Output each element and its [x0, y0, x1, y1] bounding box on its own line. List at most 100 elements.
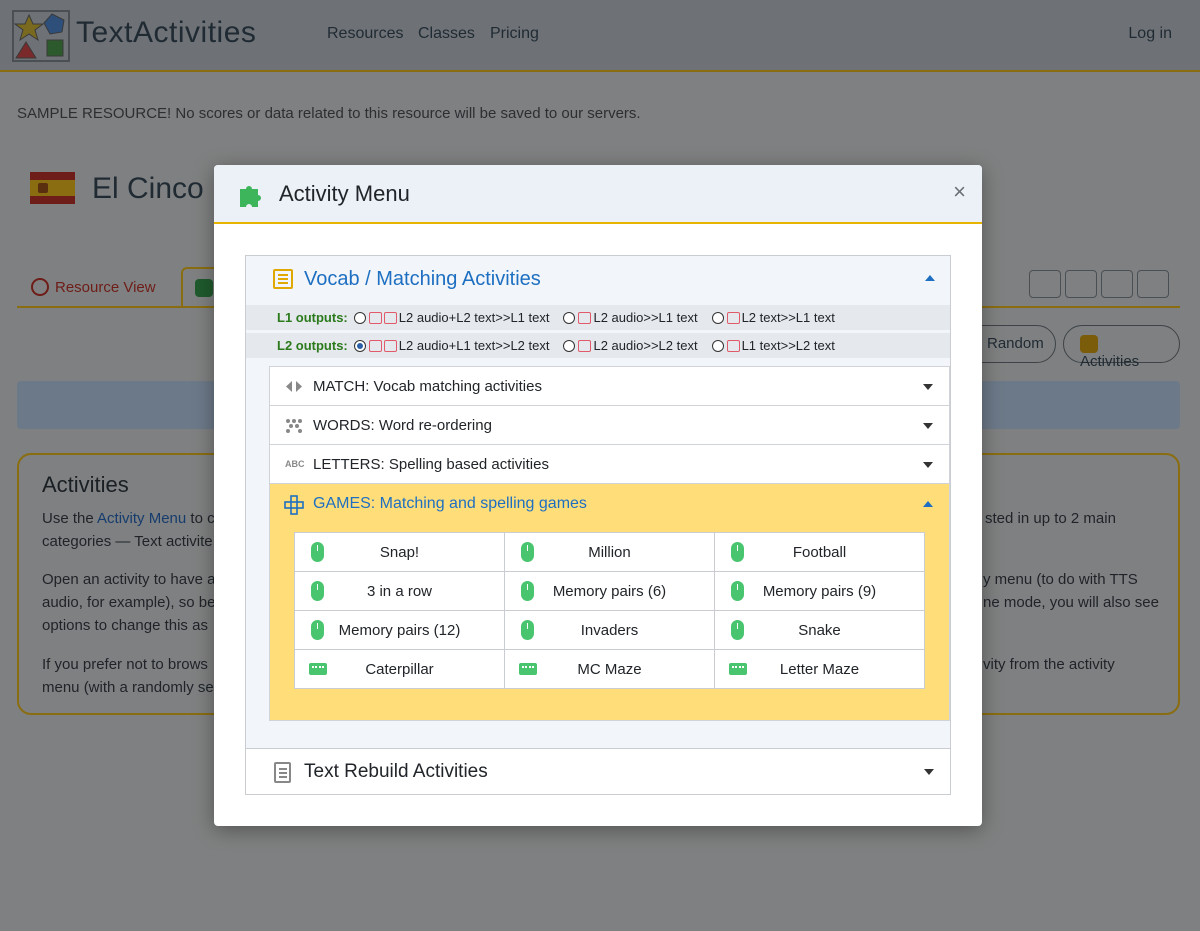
l2-option-1-label: L2 audio+L1 text>>L2 text [398, 338, 550, 353]
mouse-icon [731, 542, 744, 562]
game-million[interactable]: Million [504, 532, 715, 572]
document-icon [274, 762, 291, 783]
dots-shuffle-icon [286, 419, 302, 433]
chevron-up-icon [925, 275, 935, 281]
text-rebuild-section-header[interactable]: Text Rebuild Activities [246, 748, 950, 794]
game-memory-pairs-12[interactable]: Memory pairs (12) [294, 610, 505, 650]
game-mc-maze[interactable]: MC Maze [504, 649, 715, 689]
l1-option-2-label: L2 audio>>L1 text [593, 310, 698, 325]
radio-button[interactable] [563, 311, 576, 324]
game-football[interactable]: Football [714, 532, 925, 572]
game-label: MC Maze [577, 660, 642, 678]
audio-icon [578, 339, 592, 352]
l2-option-2[interactable]: L2 audio>>L2 text [563, 338, 698, 353]
mouse-icon [311, 542, 324, 562]
para1-left-line2: categories — Text activite [42, 533, 213, 550]
words-row[interactable]: WORDS: Word re-ordering [270, 406, 949, 445]
share-icon[interactable] [1137, 270, 1169, 298]
l1-option-3[interactable]: L2 text>>L1 text [711, 310, 835, 325]
game-label: Letter Maze [779, 660, 860, 678]
text-icon [726, 311, 740, 324]
radio-button[interactable] [711, 311, 724, 324]
para3-left-line1: If you prefer not to brows [42, 656, 208, 673]
arrows-left-right-icon [286, 381, 302, 392]
para2-right: y menu (to do with TTS ne mode, you will… [983, 568, 1159, 614]
close-button[interactable]: × [953, 179, 966, 205]
mouse-icon [521, 581, 534, 601]
match-row[interactable]: MATCH: Vocab matching activities [270, 367, 949, 406]
words-label: WORDS: Word re-ordering [313, 417, 492, 434]
games-section: GAMES: Matching and spelling games Snap!… [270, 484, 949, 720]
tab-resource-view-label: Resource View [55, 279, 156, 296]
game-label: Football [792, 543, 847, 561]
para2-right-line1: y menu (to do with TTS [983, 571, 1138, 588]
para3-left-line2: menu (with a randomly se [42, 679, 214, 696]
nav-pricing[interactable]: Pricing [490, 25, 539, 43]
top-navbar: TextActivities Resources Classes Pricing… [0, 0, 1200, 72]
game-letter-maze[interactable]: Letter Maze [714, 649, 925, 689]
game-3-in-a-row[interactable]: 3 in a row [294, 571, 505, 611]
para2-left: Open an activity to have a audio, for ex… [42, 568, 215, 637]
keyboard-icon [729, 663, 747, 675]
brand-name[interactable]: TextActivities [76, 16, 256, 50]
speed-icon[interactable] [1029, 270, 1061, 298]
radio-button[interactable] [563, 339, 576, 352]
game-caterpillar[interactable]: Caterpillar [294, 649, 505, 689]
activity-menu-link[interactable]: Activity Menu [97, 510, 186, 527]
modal-header: Activity Menu × [214, 165, 982, 224]
l1-option-2[interactable]: L2 audio>>L1 text [563, 310, 698, 325]
para2-right-line2: ne mode, you will also see [983, 594, 1159, 611]
para3-left: If you prefer not to brows menu (with a … [42, 653, 214, 699]
l1-option-1[interactable]: L2 audio+L2 text>>L1 text [353, 310, 550, 325]
activities-button[interactable]: Activities [1063, 325, 1180, 370]
modal-title: Activity Menu [279, 181, 410, 206]
game-label: Caterpillar [365, 660, 434, 678]
game-memory-pairs-6[interactable]: Memory pairs (6) [504, 571, 715, 611]
text-rebuild-label: Text Rebuild Activities [304, 761, 488, 782]
para2-left-line2: audio, for example), so be [42, 594, 216, 611]
mouse-icon [311, 620, 324, 640]
puzzle-icon [195, 279, 213, 297]
letters-label: LETTERS: Spelling based activities [313, 456, 549, 473]
game-invaders[interactable]: Invaders [504, 610, 715, 650]
radio-button[interactable] [711, 339, 724, 352]
l2-option-3[interactable]: L1 text>>L2 text [711, 338, 835, 353]
l1-outputs-label: L1 outputs: [277, 310, 348, 325]
para1-left: Use the Activity Menu to c categories — … [42, 507, 215, 553]
music-icon[interactable] [1065, 270, 1097, 298]
l1-outputs-row: L1 outputs: L2 audio+L2 text>>L1 text L2… [246, 305, 950, 330]
games-label[interactable]: GAMES: Matching and spelling games [313, 495, 587, 513]
game-label: 3 in a row [366, 582, 433, 600]
nav-resources[interactable]: Resources [327, 25, 403, 43]
l2-option-1[interactable]: L2 audio+L1 text>>L2 text [353, 338, 550, 353]
mouse-icon [521, 620, 534, 640]
radio-button-selected[interactable] [353, 339, 366, 352]
keyboard-icon [309, 663, 327, 675]
game-memory-pairs-9[interactable]: Memory pairs (9) [714, 571, 925, 611]
tab-resource-view[interactable]: Resource View [17, 270, 170, 308]
game-label: Snake [798, 621, 841, 639]
keyboard-icon [519, 663, 537, 675]
text-icon [383, 311, 397, 324]
radio-button[interactable] [353, 311, 366, 324]
game-label: Invaders [580, 621, 639, 639]
toolbar-icons [1029, 270, 1169, 298]
chevron-down-icon [923, 384, 933, 390]
print-icon[interactable] [1101, 270, 1133, 298]
nav-classes[interactable]: Classes [418, 25, 475, 43]
activity-categories: MATCH: Vocab matching activities WORDS: … [269, 366, 950, 721]
game-snake[interactable]: Snake [714, 610, 925, 650]
game-label: Memory pairs (9) [762, 582, 877, 600]
abc-icon: ABC [285, 459, 305, 469]
mouse-icon [731, 581, 744, 601]
puzzle-icon [1080, 335, 1098, 353]
login-link[interactable]: Log in [1128, 25, 1172, 43]
activities-heading: Activities [42, 472, 129, 497]
game-snap[interactable]: Snap! [294, 532, 505, 572]
game-label: Memory pairs (12) [338, 621, 461, 639]
vocab-accordion: Vocab / Matching Activities L1 outputs: … [245, 255, 951, 795]
puzzle-icon [240, 186, 261, 207]
letters-row[interactable]: ABC LETTERS: Spelling based activities [270, 445, 949, 484]
vocab-section-header[interactable]: Vocab / Matching Activities [246, 256, 950, 304]
l1-option-1-label: L2 audio+L2 text>>L1 text [398, 310, 550, 325]
